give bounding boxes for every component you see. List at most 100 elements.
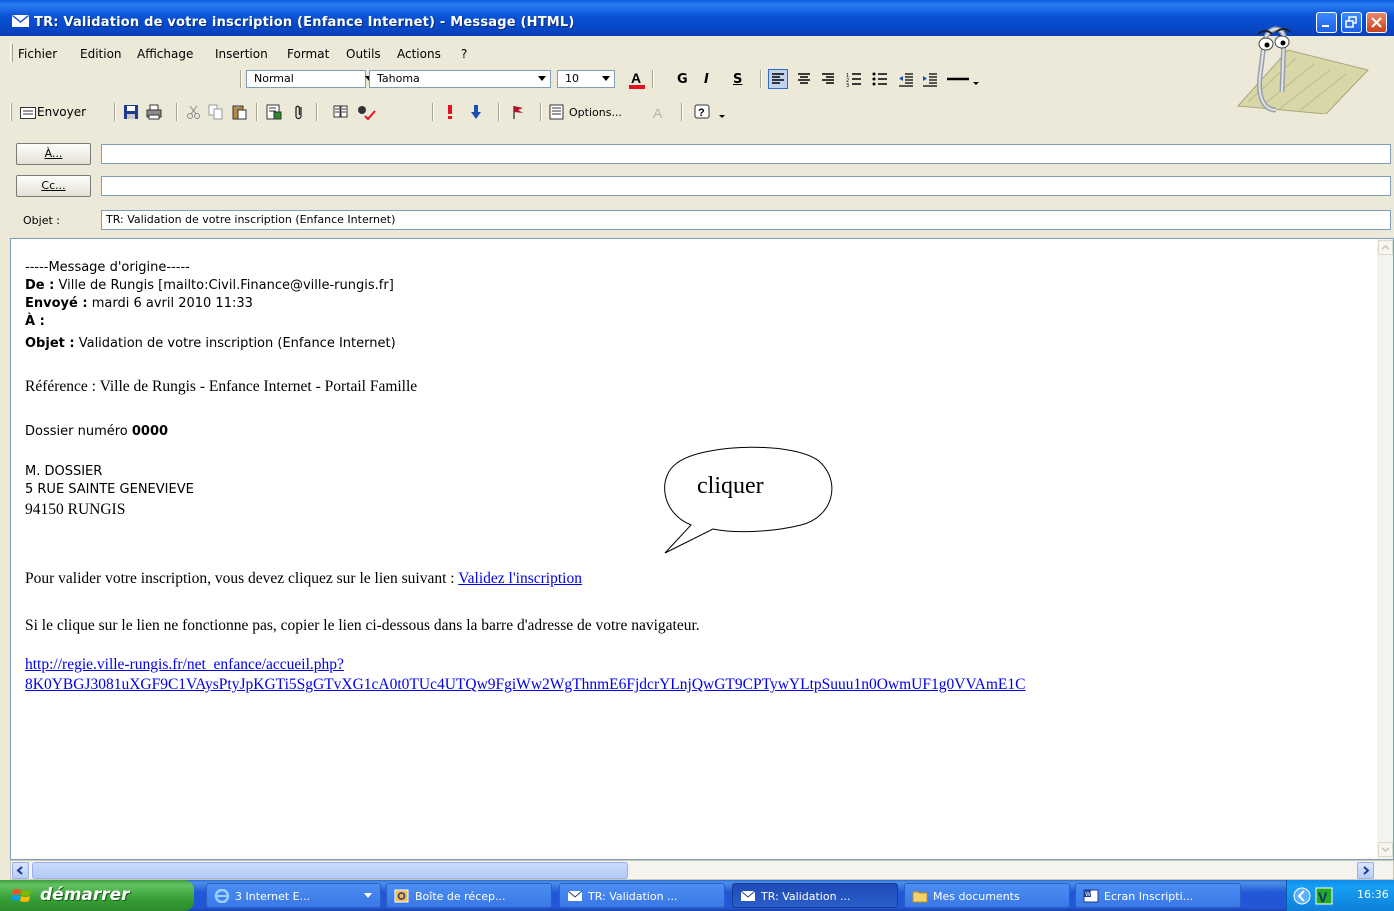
font-value: Tahoma — [377, 72, 420, 85]
chevron-down-icon — [1381, 847, 1390, 852]
font-size-increase-icon[interactable]: A — [652, 104, 668, 120]
chevron-down-icon — [602, 76, 610, 81]
style-dropdown[interactable]: Normal — [246, 70, 373, 88]
scroll-up-button[interactable] — [1378, 240, 1393, 255]
spelling-check-icon[interactable] — [356, 104, 376, 120]
menu-affichage[interactable]: Affichage — [137, 47, 193, 61]
copy-icon[interactable] — [208, 104, 224, 120]
subject-value-body: Validation de votre inscription (Enfance… — [78, 336, 396, 351]
toolbar-options-icon[interactable] — [718, 104, 726, 120]
menu-insertion[interactable]: Insertion — [215, 47, 268, 61]
increase-indent-icon[interactable] — [922, 71, 938, 87]
window-title: TR: Validation de votre inscription (Enf… — [34, 15, 575, 30]
to-button[interactable]: À... — [16, 143, 91, 165]
to-button-label: À... — [44, 147, 63, 160]
cc-button[interactable]: Cc... — [16, 175, 91, 197]
taskbar-item-validation-1[interactable]: TR: Validation ... — [559, 883, 725, 908]
menu-actions[interactable]: Actions — [397, 47, 441, 61]
address-book-icon[interactable] — [266, 104, 282, 120]
cc-field[interactable] — [101, 176, 1391, 196]
reference-line: Référence : Ville de Rungis - Enfance In… — [25, 378, 418, 395]
save-icon[interactable] — [123, 104, 139, 120]
address-street: 5 RUE SAINTE GENEVIEVE — [25, 482, 194, 497]
show-hidden-icons-icon[interactable] — [1293, 887, 1311, 905]
cut-icon[interactable] — [186, 104, 202, 120]
from-line: De : Ville de Rungis [mailto:Civil.Finan… — [25, 278, 394, 293]
follow-up-flag-icon[interactable] — [510, 104, 526, 120]
scroll-right-button[interactable] — [1357, 862, 1374, 879]
numbered-list-icon[interactable]: 123 — [846, 71, 862, 87]
taskbar-item-mes-documents[interactable]: Mes documents — [904, 883, 1070, 908]
svg-text:V: V — [1318, 889, 1328, 905]
taskbar: démarrer 3 Internet E... Boîte de récep.… — [0, 880, 1394, 911]
decrease-indent-icon[interactable] — [898, 71, 914, 87]
help-icon[interactable]: ? — [694, 104, 710, 120]
taskbar-item-ecran-inscription[interactable]: W Ecran Inscripti... — [1075, 883, 1241, 908]
antivirus-icon[interactable]: V — [1315, 887, 1333, 905]
align-left-button[interactable] — [768, 69, 788, 89]
font-size-dropdown[interactable]: 10 — [557, 70, 615, 88]
menu-outils[interactable]: Outils — [346, 47, 381, 61]
taskbar-item-inbox[interactable]: Boîte de récep... — [386, 883, 552, 908]
menu-fichier[interactable]: Fichier — [18, 47, 57, 61]
svg-text:A: A — [631, 70, 641, 86]
chevron-up-icon — [1381, 245, 1390, 250]
send-icon — [20, 107, 36, 119]
validate-link[interactable]: Validez l'inscription — [458, 570, 582, 587]
scroll-thumb[interactable] — [32, 862, 628, 879]
chevron-down-icon — [538, 76, 546, 81]
print-icon[interactable] — [146, 104, 162, 120]
folder-icon — [912, 891, 928, 903]
options-icon — [549, 104, 564, 120]
paste-icon[interactable] — [231, 104, 247, 120]
high-importance-icon[interactable] — [442, 104, 458, 120]
chevron-down-icon — [364, 893, 372, 898]
underline-button[interactable]: S — [733, 72, 742, 87]
formatting-toolbar: Normal Tahoma 10 A G I S 123 — [0, 66, 1100, 92]
horizontal-line-icon[interactable] — [946, 71, 970, 87]
message-body[interactable]: -----Message d'origine----- De : Ville d… — [10, 238, 1394, 860]
low-importance-icon[interactable] — [468, 104, 484, 120]
svg-text:3: 3 — [846, 83, 849, 87]
mail-icon — [567, 890, 583, 901]
taskbar-item-internet-explorer[interactable]: 3 Internet E... — [206, 883, 381, 908]
vertical-scrollbar[interactable] — [1377, 239, 1393, 859]
standard-toolbar: Envoyer Options... A ? — [0, 99, 760, 125]
from-label: De : — [25, 278, 55, 293]
validate-line: Pour valider votre inscription, vous dev… — [25, 570, 582, 588]
send-label: Envoyer — [37, 105, 87, 119]
menu-format[interactable]: Format — [287, 47, 329, 61]
validate-text: Pour valider votre inscription, vous dev… — [25, 570, 455, 587]
horizontal-scrollbar[interactable] — [10, 860, 1394, 880]
menu-grip[interactable] — [10, 44, 13, 62]
menu-edition[interactable]: Edition — [80, 47, 122, 61]
chevron-right-icon — [1363, 866, 1370, 875]
to-field[interactable] — [101, 144, 1391, 164]
font-dropdown[interactable]: Tahoma — [369, 70, 551, 88]
font-size-value: 10 — [565, 72, 579, 85]
scroll-left-button[interactable] — [12, 862, 29, 879]
taskbar-item-validation-2[interactable]: TR: Validation ... — [732, 883, 898, 908]
start-button[interactable]: démarrer — [0, 880, 194, 911]
attach-file-icon[interactable] — [292, 104, 308, 120]
align-center-icon[interactable] — [796, 71, 812, 87]
subject-field[interactable]: TR: Validation de votre inscription (Enf… — [101, 210, 1391, 230]
align-right-icon[interactable] — [820, 71, 836, 87]
bullet-list-icon[interactable] — [872, 71, 888, 87]
task-label: 3 Internet E... — [235, 890, 311, 903]
url-line-2[interactable]: 8K0YBGJ3081uXGF9C1VAysPtyJpKGTi5SgGTvXG1… — [25, 676, 1025, 694]
url-line-1[interactable]: http://regie.ville-rungis.fr/net_enfance… — [25, 656, 344, 674]
bold-button[interactable]: G — [677, 72, 688, 87]
outlook-icon — [394, 889, 409, 903]
font-color-icon[interactable]: A — [628, 70, 646, 90]
toolbar-options-icon[interactable] — [972, 71, 980, 87]
check-names-icon[interactable] — [333, 104, 349, 120]
to-label: À : — [25, 314, 45, 329]
scroll-down-button[interactable] — [1378, 842, 1393, 857]
task-label: Mes documents — [933, 890, 1020, 903]
title-bar[interactable]: TR: Validation de votre inscription (Enf… — [0, 0, 1394, 36]
italic-button[interactable]: I — [704, 72, 709, 87]
menu-bar: Fichier Edition Affichage Insertion Form… — [0, 42, 1394, 64]
office-assistant-clippy-icon[interactable] — [1218, 14, 1376, 114]
menu-help[interactable]: ? — [461, 47, 467, 61]
